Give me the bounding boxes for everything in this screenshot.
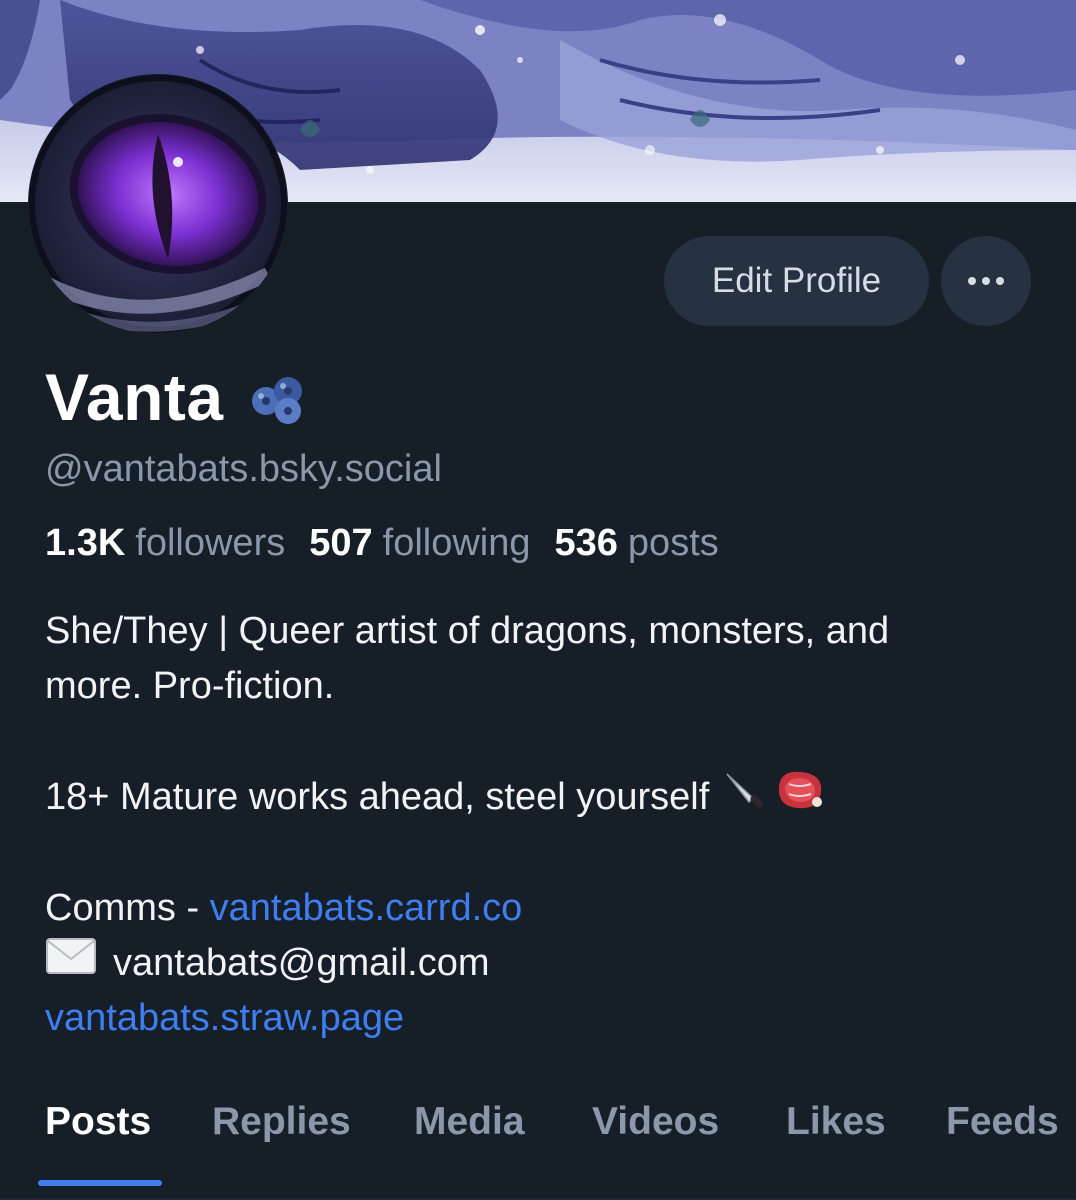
following-stat[interactable]: 507 following [309,522,530,565]
profile-tabs: Posts Replies Media Videos Likes Feeds [0,1090,1076,1200]
posts-label: posts [627,522,719,564]
envelope-icon [45,936,97,991]
bio-mature-text: 18+ Mature works ahead, steel yourself [45,776,710,818]
profile-bio: She/They | Queer artist of dragons, mons… [45,604,1045,1046]
active-tab-indicator [38,1180,162,1186]
tab-replies[interactable]: Replies [212,1100,351,1144]
bio-line: Comms - vantabats.carrd.co [45,881,1045,936]
bio-line: 18+ Mature works ahead, steel yourself [45,770,1045,825]
comms-link[interactable]: vantabats.carrd.co [210,881,523,936]
blueberries-emoji-icon [246,363,310,432]
straw-page-link[interactable]: vantabats.straw.page [45,991,404,1046]
bio-line: She/They | Queer artist of dragons, mons… [45,610,890,652]
profile-handle: @vantabats.bsky.social [45,448,442,490]
following-count: 507 [309,522,373,564]
bio-line: more. Pro-fiction. [45,665,335,707]
knife-emoji-icon [723,768,767,828]
posts-count: 536 [554,522,618,564]
meat-emoji-icon [771,766,827,830]
comms-prefix: Comms - [45,887,210,929]
profile-name-row: Vanta [45,352,310,442]
profile-stats: 1.3K followers 507 following 536 posts [45,522,743,565]
tab-media[interactable]: Media [414,1100,525,1144]
more-options-button[interactable] [941,236,1031,326]
avatar-image [29,75,287,333]
display-name: Vanta [45,360,224,434]
followers-count: 1.3K [45,522,126,564]
tab-likes[interactable]: Likes [786,1100,886,1144]
tab-videos[interactable]: Videos [592,1100,719,1144]
avatar[interactable] [28,74,288,334]
posts-stat: 536 posts [555,522,719,565]
bio-line: vantabats.straw.page [45,991,1045,1046]
tab-feeds[interactable]: Feeds [946,1100,1059,1144]
followers-stat[interactable]: 1.3K followers [45,522,285,565]
edit-profile-button[interactable]: Edit Profile [664,236,929,326]
followers-label: followers [135,522,286,564]
following-label: following [382,522,531,564]
ellipsis-icon [968,277,1004,285]
tab-posts[interactable]: Posts [45,1100,151,1144]
email-text: vantabats@gmail.com [113,942,490,984]
bio-line: vantabats@gmail.com [45,936,1045,991]
